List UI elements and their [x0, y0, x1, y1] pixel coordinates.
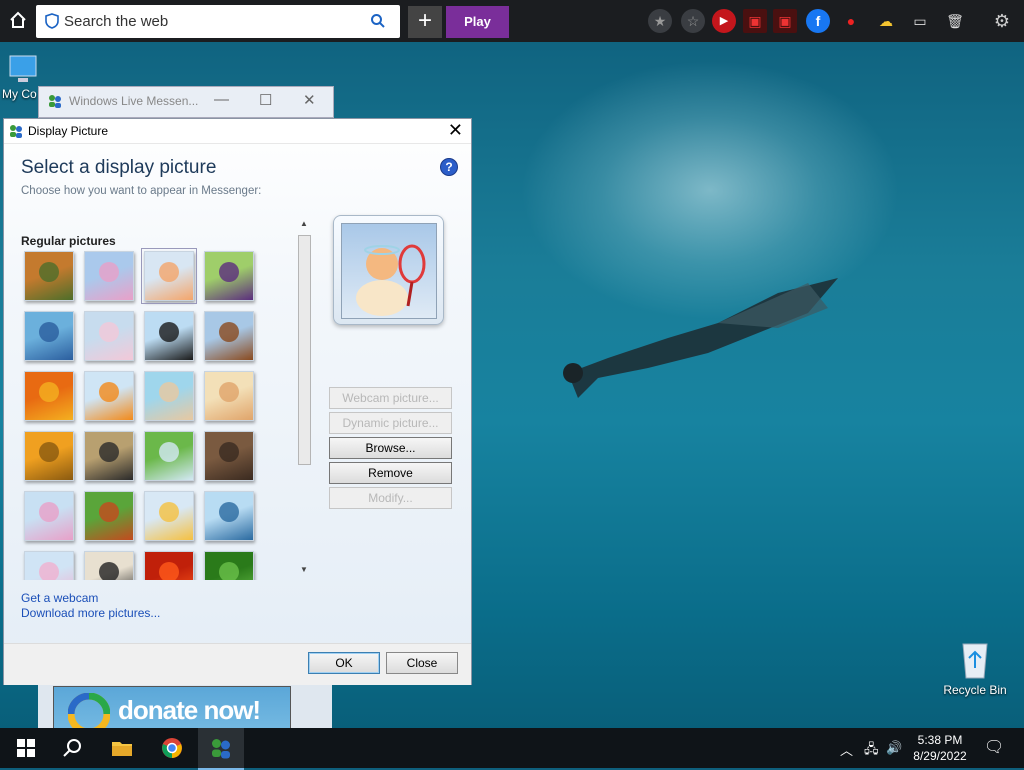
picture-surfboard[interactable] — [84, 251, 134, 301]
messenger-icon — [212, 739, 230, 759]
clock[interactable]: 5:38 PM 8/29/2022 — [912, 732, 968, 764]
picture-sand-castle[interactable] — [204, 371, 254, 421]
shield-icon — [45, 13, 59, 29]
close-icon[interactable]: ✕ — [448, 120, 463, 140]
my-computer-icon[interactable]: My Co — [2, 52, 42, 101]
picture-cartoon-face[interactable] — [84, 551, 134, 580]
picture-basketball[interactable] — [24, 311, 74, 361]
search-icon[interactable] — [370, 13, 386, 29]
add-tab-button[interactable]: + — [408, 6, 442, 38]
windows-start-icon[interactable] — [14, 736, 38, 760]
close-button[interactable]: Close — [386, 652, 458, 674]
minimize-button[interactable]: — — [214, 91, 229, 108]
help-icon[interactable]: ? — [440, 158, 458, 176]
maximize-button[interactable]: ☐ — [259, 91, 272, 109]
video-icon[interactable]: ▣ — [743, 9, 767, 33]
picture-red-coral[interactable] — [144, 551, 194, 580]
plus-icon: + — [417, 7, 432, 34]
picture-soccer[interactable] — [144, 431, 194, 481]
messenger-icon — [8, 123, 24, 142]
scroll-down-icon[interactable]: ▼ — [297, 565, 311, 575]
gear-icon[interactable]: ⚙ — [990, 9, 1014, 33]
clock-date: 8/29/2022 — [913, 749, 967, 763]
diver-illustration — [563, 278, 838, 398]
regular-pictures-label: Regular pictures — [21, 234, 116, 248]
chrome-icon[interactable] — [160, 736, 184, 760]
recycle-bin-label: Recycle Bin — [943, 683, 1007, 697]
facebook-icon[interactable]: f — [806, 9, 830, 33]
play-button[interactable]: Play — [446, 6, 509, 38]
browser-toolbar: Search the web + Play ★ ☆ ▶ ▣ ▣ f ● ☁ ▭ … — [0, 0, 1024, 42]
picture-blocks[interactable] — [144, 491, 194, 541]
picture-scrollbar[interactable]: ▲ ▼ — [297, 219, 311, 575]
picture-tennis[interactable] — [141, 248, 197, 304]
picture-grid — [20, 247, 290, 580]
clock-time: 5:38 PM — [917, 733, 963, 747]
current-picture-preview — [333, 215, 444, 325]
dialog-titlebar[interactable]: Display Picture ✕ — [4, 119, 471, 144]
picture-green-leaf[interactable] — [204, 551, 254, 580]
messenger-window-titlebar[interactable]: Windows Live Messen... — ☐ ✕ — [38, 86, 334, 118]
scrollbar-thumb[interactable] — [298, 235, 311, 465]
home-icon[interactable] — [6, 10, 30, 34]
taskbar: ︿ 🖧 🔊 5:38 PM 8/29/2022 🗨 — [0, 728, 1024, 770]
search-placeholder: Search the web — [64, 13, 169, 30]
close-icon[interactable]: ✕ — [303, 91, 316, 109]
ladybug-icon[interactable]: ● — [839, 9, 863, 33]
display-picture-dialog: Display Picture ✕ Select a display pictu… — [3, 118, 472, 685]
dialog-heading: Select a display picture — [21, 157, 217, 178]
weather-icon[interactable]: ☁ — [874, 9, 898, 33]
recycle-bin-icon[interactable]: Recycle Bin — [940, 638, 1010, 697]
ok-button[interactable]: OK — [308, 652, 380, 674]
dynamic-picture-button[interactable]: Dynamic picture... — [329, 412, 452, 434]
picture-suit[interactable] — [144, 311, 194, 361]
messenger-window-title: Windows Live Messen... — [69, 94, 199, 108]
video-icon[interactable]: ▣ — [773, 9, 797, 33]
scroll-up-icon[interactable]: ▲ — [297, 219, 311, 229]
picture-chef[interactable] — [84, 311, 134, 361]
webcam-picture-button[interactable]: Webcam picture... — [329, 387, 452, 409]
search-input[interactable]: Search the web — [36, 5, 400, 38]
picture-beach[interactable] — [144, 371, 194, 421]
trash-icon[interactable]: 🗑 — [943, 9, 967, 33]
dialog-footer: OK Close — [4, 643, 471, 685]
picture-chess[interactable] — [84, 431, 134, 481]
my-computer-label: My Co — [2, 87, 37, 101]
picture-robot-girl[interactable] — [204, 251, 254, 301]
dialog-title: Display Picture — [28, 124, 109, 138]
get-webcam-link[interactable]: Get a webcam — [21, 591, 98, 605]
picture-bonsai[interactable] — [24, 251, 74, 301]
dialog-subtitle: Choose how you want to appear in Messeng… — [21, 185, 262, 197]
picture-suitcase[interactable] — [204, 311, 254, 361]
picture-rock-guitar[interactable] — [204, 491, 254, 541]
download-pictures-link[interactable]: Download more pictures... — [21, 606, 160, 620]
youtube-icon[interactable]: ▶ — [712, 9, 736, 33]
notification-icon[interactable]: 🗨 — [984, 737, 1004, 757]
search-icon[interactable] — [60, 736, 84, 760]
volume-icon[interactable]: 🔊 — [886, 740, 902, 756]
picture-pink-person[interactable] — [24, 551, 74, 580]
messenger-icon — [47, 93, 63, 109]
picture-bass-clef[interactable] — [24, 431, 74, 481]
picture-daisy[interactable] — [24, 371, 74, 421]
picture-kitten[interactable] — [204, 431, 254, 481]
file-explorer-icon[interactable] — [110, 736, 134, 760]
star-icon[interactable]: ★ — [648, 9, 672, 33]
picture-guitar[interactable] — [24, 491, 74, 541]
star-outline-icon[interactable]: ☆ — [681, 9, 705, 33]
donate-text: donate now! — [118, 695, 261, 725]
browse-button[interactable]: Browse... — [329, 437, 452, 459]
network-icon[interactable]: 🖧 — [864, 740, 879, 762]
folder-icon[interactable]: ▭ — [908, 9, 932, 33]
chevron-up-icon[interactable]: ︿ — [840, 740, 853, 759]
modify-button[interactable]: Modify... — [329, 487, 452, 509]
picture-goldfish[interactable] — [84, 371, 134, 421]
messenger-taskbar-button[interactable] — [198, 728, 244, 770]
picture-sports-balls[interactable] — [84, 491, 134, 541]
remove-button[interactable]: Remove — [329, 462, 452, 484]
current-picture — [341, 223, 437, 319]
